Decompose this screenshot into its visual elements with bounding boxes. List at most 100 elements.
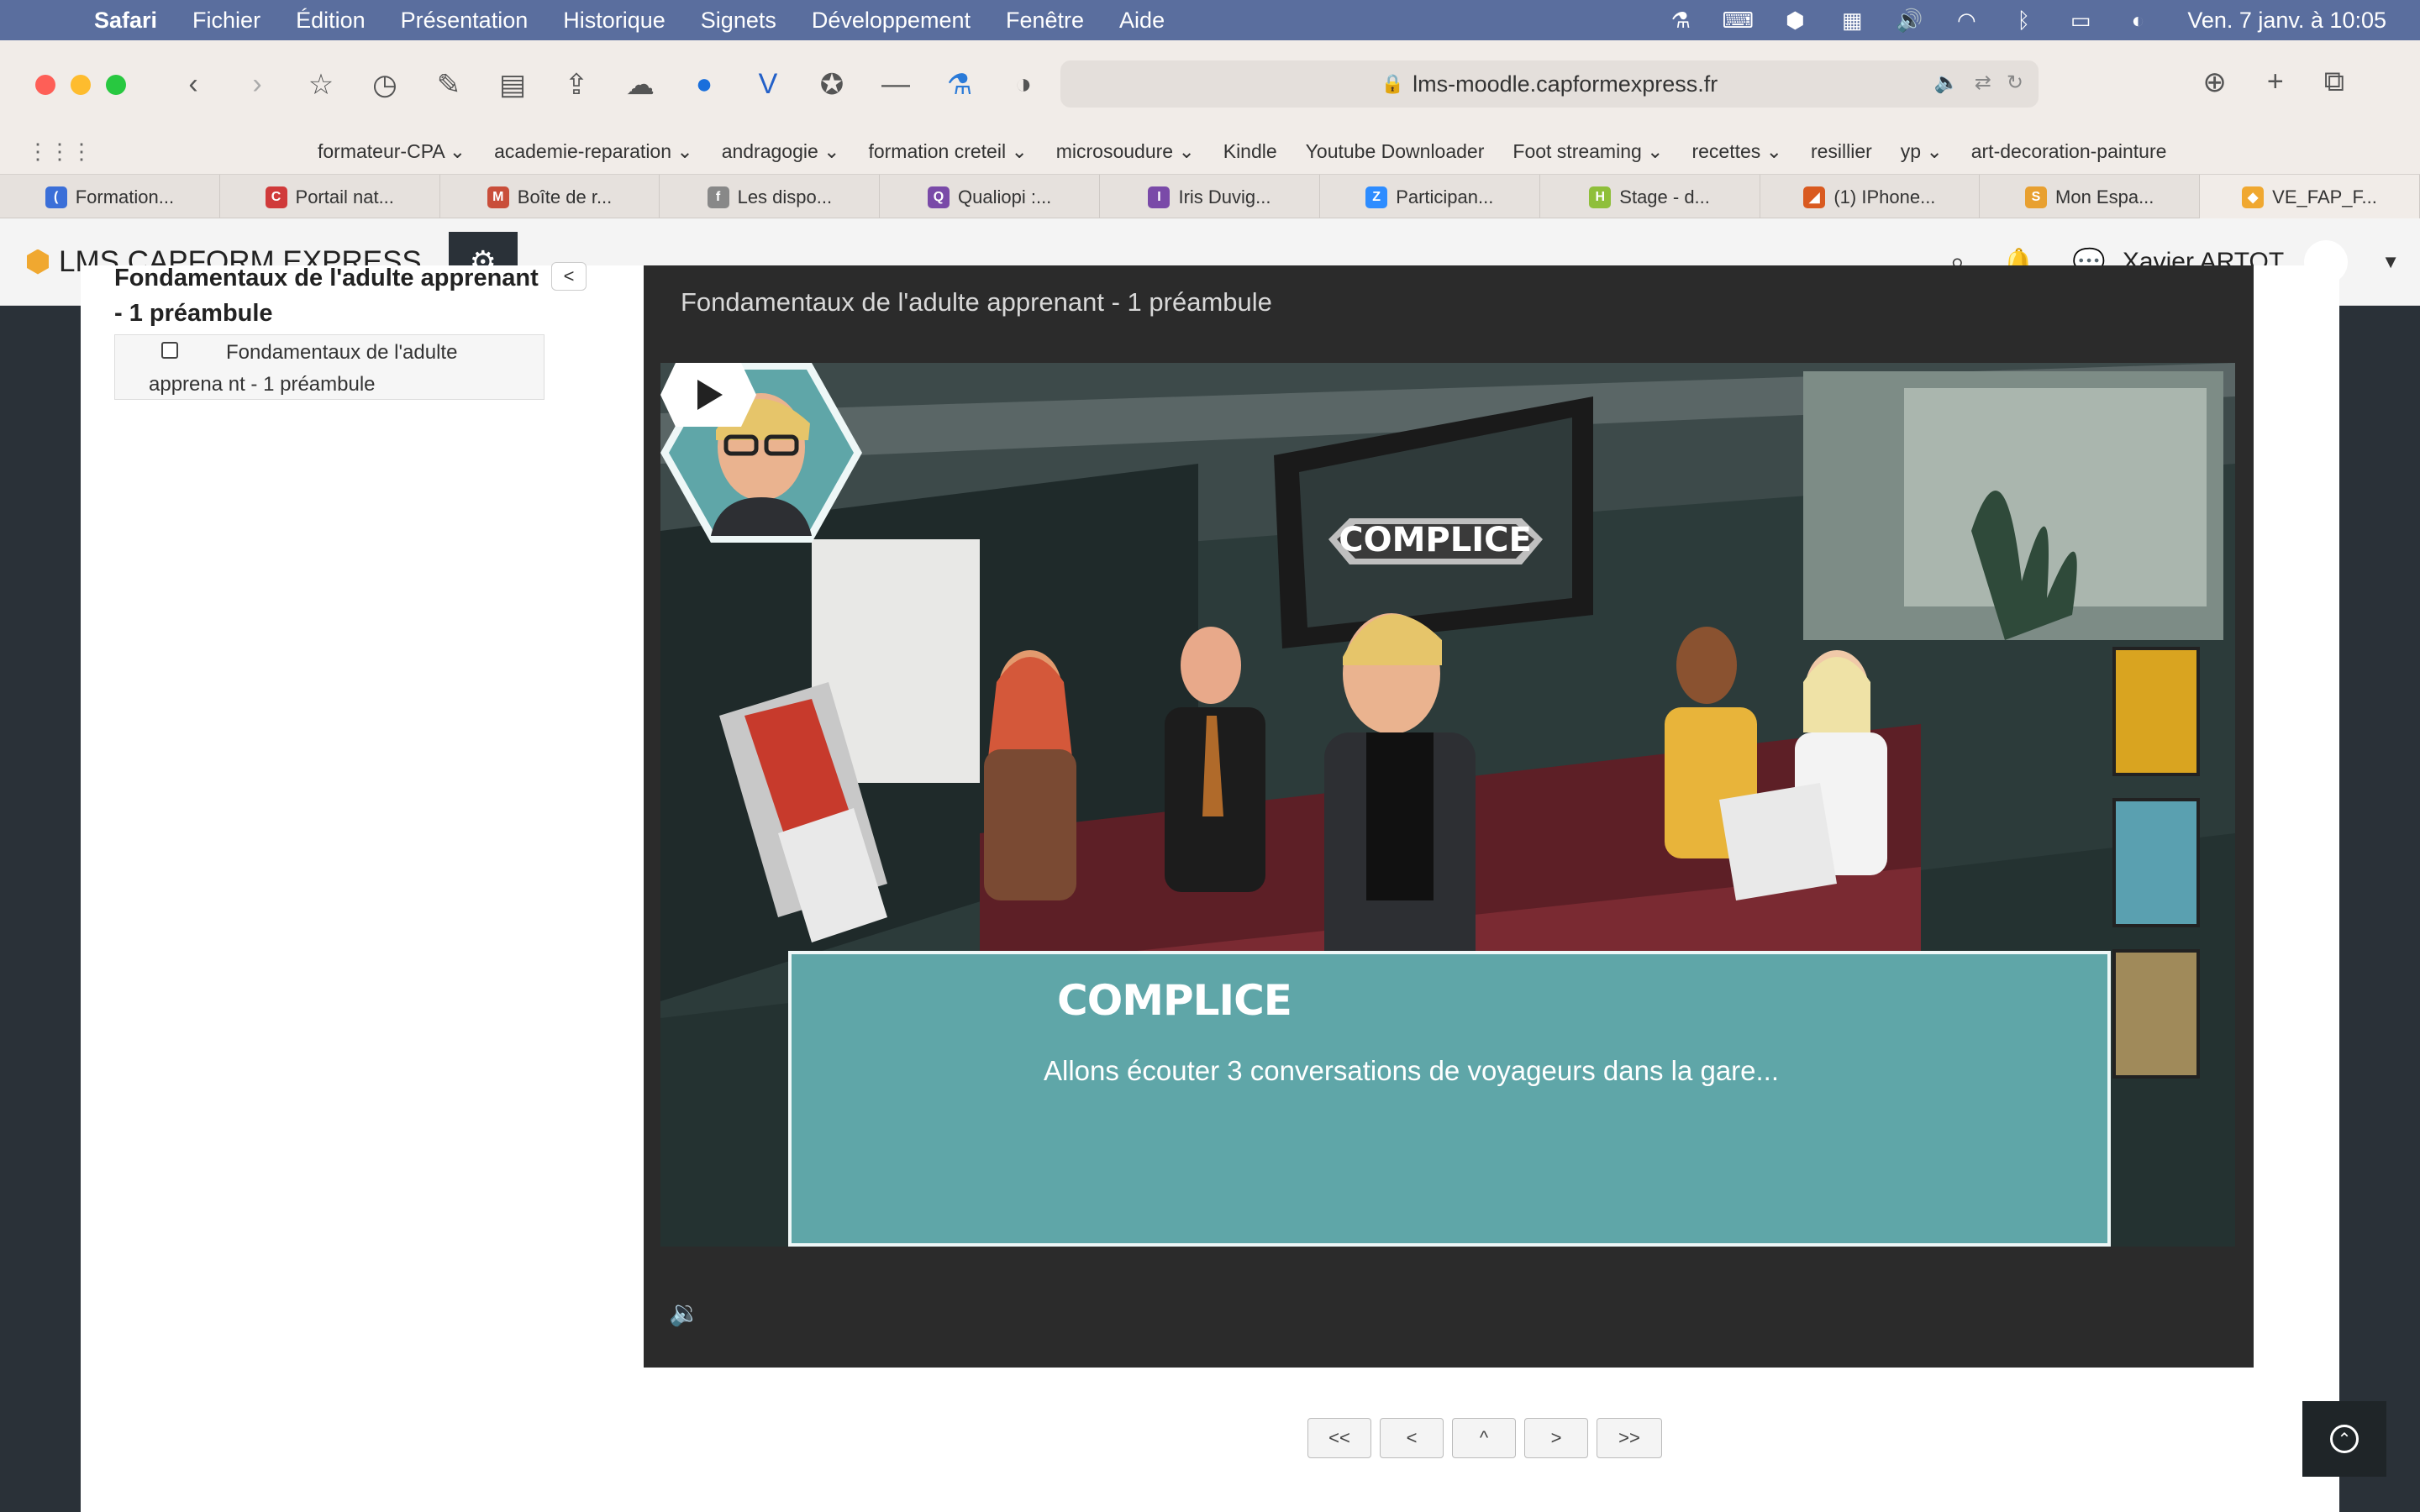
url-text[interactable]: lms-moodle.capformexpress.fr	[1413, 71, 1718, 97]
menu-signets[interactable]: Signets	[701, 8, 776, 34]
bookmark-item[interactable]: Kindle	[1223, 140, 1277, 163]
collapse-toc-button[interactable]: <	[551, 262, 587, 291]
bookmark-item[interactable]: academie-reparation ⌄	[494, 140, 693, 163]
back-to-top-button[interactable]: ⌃	[2302, 1401, 2386, 1477]
toc-item-link[interactable]: Fondamentaux de l'adulte apprena nt - 1 …	[149, 337, 535, 401]
menu-app-safari[interactable]: Safari	[94, 8, 157, 34]
browser-tab[interactable]: ◢ (1) IPhone...	[1760, 175, 1981, 219]
bookmark-item[interactable]: resillier	[1811, 140, 1872, 163]
activity-navigation: << < ^ > >>	[1307, 1418, 1662, 1458]
volume-icon[interactable]: 🔊	[1895, 8, 1923, 33]
browser-tab[interactable]: C Portail nat...	[220, 175, 440, 219]
browser-tab[interactable]: (Formation...	[0, 175, 220, 219]
tab-label: Portail nat...	[295, 186, 394, 207]
translate-icon[interactable]: ⇄	[1975, 71, 1991, 95]
zoom-window-button[interactable]	[106, 74, 126, 95]
bookmark-star-icon[interactable]: ☆	[304, 68, 338, 102]
audio-icon[interactable]: 🔈	[1934, 71, 1960, 95]
player-title: Fondamentaux de l'adulte apprenant - 1 p…	[681, 287, 1272, 317]
bookmark-item[interactable]: microsoudure ⌄	[1056, 140, 1195, 163]
bookmark-item[interactable]: recettes ⌄	[1691, 140, 1781, 163]
extension-b-plus-icon[interactable]: ●	[687, 68, 721, 102]
menu-fichier[interactable]: Fichier	[192, 8, 260, 34]
tab-label: Mon Espa...	[2055, 186, 2154, 207]
keyboard-status-icon[interactable]: ⌨	[1723, 8, 1754, 33]
tab-favicon-icon: Z	[1365, 186, 1388, 208]
cloud-icon[interactable]: ☁	[623, 68, 657, 102]
tab-favicon-icon: ◢	[1803, 186, 1826, 208]
browser-tab[interactable]: f Les dispo...	[660, 175, 881, 219]
tab-favicon-icon: I	[1148, 186, 1171, 208]
menu-developpement[interactable]: Développement	[812, 8, 971, 34]
tab-label: Iris Duvig...	[1178, 186, 1271, 207]
sidebar-icon[interactable]: ▤	[496, 68, 529, 102]
extension-flask-icon[interactable]: ⚗	[943, 68, 976, 102]
macos-menu-bar: Safari Fichier Édition Présentation Hist…	[0, 0, 2420, 40]
tab-favicon-icon: H	[1589, 186, 1612, 208]
tab-label: Qualiopi :...	[958, 186, 1052, 207]
extension-shield-icon[interactable]: ◑	[1007, 68, 1040, 102]
menu-historique[interactable]: Historique	[563, 8, 666, 34]
lock-icon: 🔒	[1381, 73, 1405, 94]
browser-tab[interactable]: I Iris Duvig...	[1100, 175, 1320, 219]
speaker-name: COMPLICE	[1057, 976, 1292, 1025]
markup-icon[interactable]: ✎	[432, 68, 466, 102]
previous-page-button[interactable]: <	[1380, 1418, 1444, 1458]
wifi-icon[interactable]: ◠	[1952, 8, 1981, 33]
control-center-icon[interactable]: ◐	[2123, 8, 2152, 33]
shield-status-icon[interactable]: ⬢	[1781, 8, 1809, 33]
battery-icon[interactable]: ▭	[2066, 8, 2095, 33]
bookmark-item[interactable]: Foot streaming ⌄	[1512, 140, 1663, 163]
forward-icon[interactable]: ›	[240, 68, 274, 102]
browser-tab[interactable]: Z Participan...	[1320, 175, 1540, 219]
bookmark-item[interactable]: Youtube Downloader	[1306, 140, 1485, 163]
close-window-button[interactable]	[35, 74, 55, 95]
site-logo-icon[interactable]	[27, 249, 49, 275]
extension-v-icon[interactable]: V	[751, 68, 785, 102]
page-content: Fondamentaux de l'adulte apprenant - 1 p…	[81, 262, 2339, 1512]
tab-overview-icon[interactable]: ⧉	[2324, 66, 2344, 99]
lesson-scene[interactable]: COMPLICE COMPLICE Allons écouter 3 conve…	[660, 363, 2235, 1247]
tab-label: (1) IPhone...	[1833, 186, 1936, 207]
reload-icon[interactable]: ↻	[2007, 71, 2023, 95]
apps-grid-icon[interactable]: ⋮⋮⋮	[27, 139, 92, 165]
browser-tab[interactable]: H Stage - d...	[1540, 175, 1760, 219]
bookmark-item[interactable]: yp ⌄	[1901, 140, 1943, 163]
bookmark-item[interactable]: formation creteil ⌄	[868, 140, 1027, 163]
bookmark-item[interactable]: andragogie ⌄	[722, 140, 840, 163]
play-dialog-button[interactable]	[660, 363, 756, 427]
grid-status-icon[interactable]: ▦	[1838, 8, 1866, 33]
clock[interactable]: Ven. 7 janv. à 10:05	[2187, 8, 2386, 34]
address-bar[interactable]: 🔒 lms-moodle.capformexpress.fr 🔈 ⇄ ↻	[1060, 60, 2039, 108]
tab-favicon-icon: (	[45, 186, 67, 208]
history-clock-icon[interactable]: ◷	[368, 68, 402, 102]
sound-icon[interactable]: 🔉	[669, 1299, 700, 1328]
new-tab-icon[interactable]: +	[2267, 66, 2284, 99]
user-menu-caret-icon[interactable]: ▼	[2381, 251, 2400, 273]
browser-tab[interactable]: ◆ VE_FAP_F...	[2200, 175, 2420, 219]
downloads-icon[interactable]: ⊕	[2202, 66, 2227, 99]
menu-fenetre[interactable]: Fenêtre	[1006, 8, 1084, 34]
minimize-window-button[interactable]	[71, 74, 91, 95]
menu-aide[interactable]: Aide	[1119, 8, 1165, 34]
last-page-button[interactable]: >>	[1597, 1418, 1662, 1458]
extension-dash-icon[interactable]: —	[879, 68, 913, 102]
flask-status-icon[interactable]: ⚗	[1666, 8, 1695, 33]
tab-favicon-icon: M	[487, 186, 509, 208]
bookmark-item[interactable]: art-decoration-painture	[1971, 140, 2167, 163]
up-button[interactable]: ^	[1452, 1418, 1516, 1458]
extension-puzzle-icon[interactable]: ✪	[815, 68, 849, 102]
menu-edition[interactable]: Édition	[296, 8, 366, 34]
browser-tab[interactable]: M Boîte de r...	[440, 175, 660, 219]
tab-label: Boîte de r...	[517, 186, 613, 207]
browser-tab[interactable]: S Mon Espa...	[1980, 175, 2201, 219]
first-page-button[interactable]: <<	[1307, 1418, 1371, 1458]
share-icon[interactable]: ⇪	[560, 68, 593, 102]
bookmark-item[interactable]: formateur-CPA ⌄	[318, 140, 466, 163]
bluetooth-icon[interactable]: ᛒ	[2009, 8, 2038, 33]
browser-tab[interactable]: Q Qualiopi :...	[880, 175, 1101, 219]
back-icon[interactable]: ‹	[176, 68, 210, 102]
chevron-up-icon: ⌃	[2330, 1425, 2359, 1453]
next-page-button[interactable]: >	[1524, 1418, 1588, 1458]
menu-presentation[interactable]: Présentation	[401, 8, 529, 34]
